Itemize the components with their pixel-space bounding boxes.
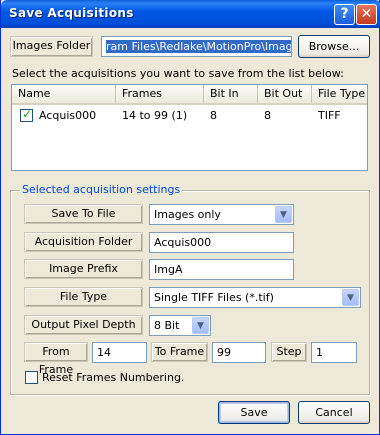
browse-button[interactable]: Browse... — [298, 35, 370, 58]
file-type-select[interactable]: Single TIFF Files (*.tif) ▼ — [149, 287, 361, 308]
save-button[interactable]: Save — [218, 401, 290, 424]
instruction-text: Select the acquisitions you want to save… — [12, 67, 344, 80]
row-checkbox[interactable]: ✓ — [20, 107, 33, 122]
help-button[interactable]: ? — [334, 4, 355, 25]
step-label: Step — [271, 342, 307, 362]
output-pixel-depth-label: Output Pixel Depth — [24, 315, 143, 335]
image-prefix-label: Image Prefix — [24, 259, 143, 279]
images-folder-value: ram Files\Redlake\MotionPro\Images\ — [106, 40, 291, 53]
column-header-bit-out[interactable]: Bit Out — [258, 85, 312, 103]
to-frame-field[interactable]: 99 — [212, 342, 266, 363]
output-pixel-depth-value: 8 Bit — [154, 319, 180, 332]
to-frame-label: To Frame — [151, 342, 208, 362]
row-frames: 14 to 99 (1) — [122, 109, 188, 122]
close-icon: ✕ — [360, 6, 373, 22]
acquisition-folder-field[interactable]: Acquis000 — [149, 232, 294, 253]
row-name: Acquis000 — [39, 109, 97, 122]
column-header-name[interactable]: Name — [12, 85, 116, 103]
reset-frames-checkbox[interactable] — [25, 371, 38, 384]
column-header-frames[interactable]: Frames — [116, 85, 204, 103]
window-title: Save Acquisitions — [9, 6, 134, 20]
acquisition-folder-label: Acquisition Folder — [24, 232, 143, 252]
save-to-file-value: Images only — [154, 208, 221, 221]
file-type-value: Single TIFF Files (*.tif) — [154, 291, 274, 304]
chevron-down-icon[interactable]: ▼ — [342, 289, 359, 306]
save-to-file-label: Save To File — [24, 204, 143, 224]
acquisitions-list[interactable]: Name Frames Bit In Bit Out File Type ✓ A… — [11, 84, 368, 171]
from-frame-field[interactable]: 14 — [92, 342, 147, 363]
save-to-file-select[interactable]: Images only ▼ — [149, 204, 294, 225]
close-button[interactable]: ✕ — [356, 4, 377, 25]
title-bar[interactable]: Save Acquisitions ? ✕ — [1, 0, 380, 28]
cancel-button[interactable]: Cancel — [298, 401, 370, 424]
images-folder-label: Images Folder — [10, 36, 93, 57]
row-bit-in: 8 — [210, 109, 217, 122]
row-bit-out: 8 — [264, 109, 271, 122]
reset-frames-label: Reset Frames Numbering. — [42, 371, 185, 384]
from-frame-label: From Frame — [24, 342, 88, 376]
step-field[interactable]: 1 — [311, 342, 357, 363]
help-icon: ? — [340, 6, 349, 22]
row-file-type: TIFF — [318, 109, 341, 122]
images-folder-field[interactable]: ram Files\Redlake\MotionPro\Images\ — [101, 36, 292, 57]
reset-frames-checkbox-row[interactable]: Reset Frames Numbering. — [25, 371, 225, 386]
save-acquisitions-dialog: Save Acquisitions ? ✕ Images Folder ram … — [0, 0, 380, 435]
chevron-down-icon[interactable]: ▼ — [192, 317, 209, 334]
settings-group-title: Selected acquisition settings — [20, 183, 183, 196]
file-type-label: File Type — [24, 287, 143, 307]
table-row[interactable]: ✓ Acquis000 14 to 99 (1) 8 8 TIFF — [12, 107, 367, 125]
image-prefix-field[interactable]: ImgA — [149, 259, 294, 280]
chevron-down-icon[interactable]: ▼ — [275, 206, 292, 223]
output-pixel-depth-select[interactable]: 8 Bit ▼ — [149, 315, 211, 336]
column-header-file-type[interactable]: File Type — [312, 85, 367, 103]
checkmark-icon: ✓ — [22, 107, 33, 121]
column-header-bit-in[interactable]: Bit In — [204, 85, 258, 103]
list-header: Name Frames Bit In Bit Out File Type — [12, 85, 367, 105]
